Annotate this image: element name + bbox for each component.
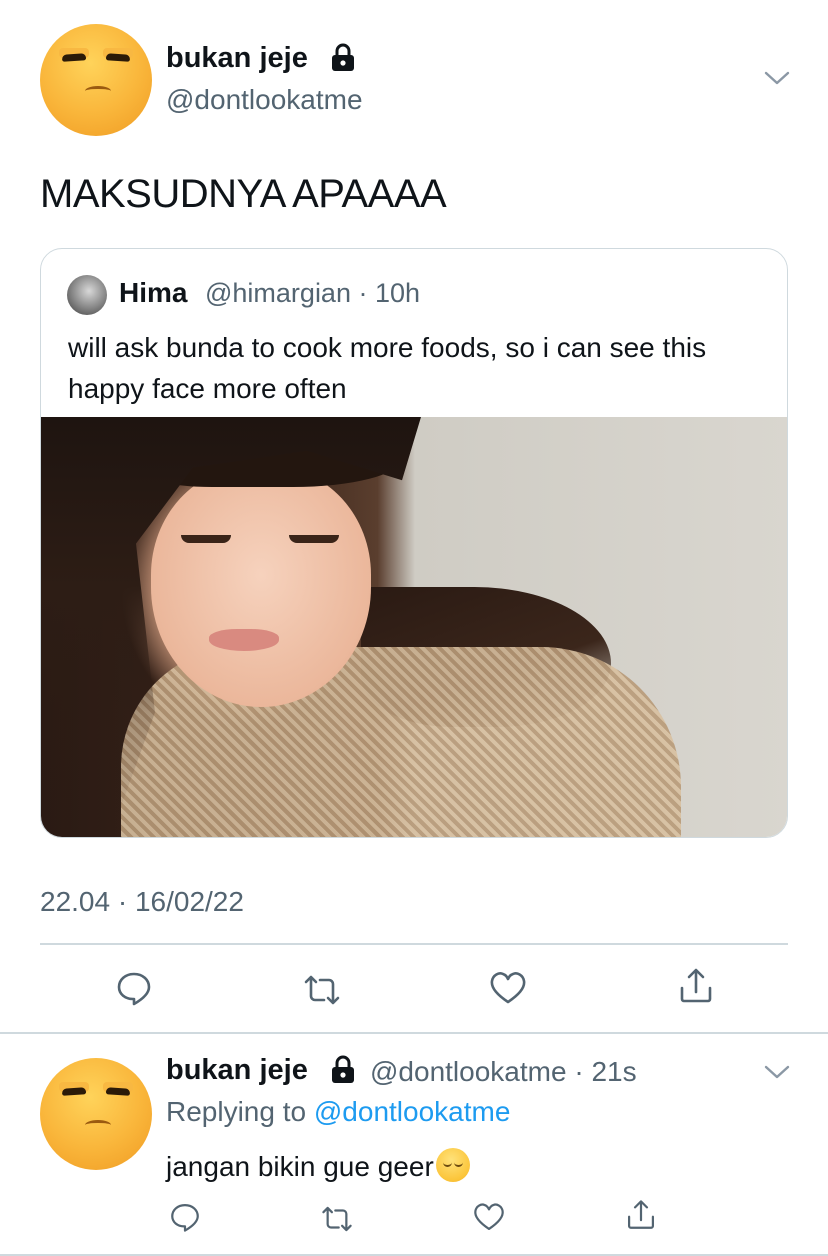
lock-icon bbox=[332, 43, 354, 71]
reply-author-name[interactable]: bukan jeje bbox=[166, 1054, 308, 1087]
replying-to-handle-link[interactable]: @dontlookatme bbox=[314, 1096, 511, 1127]
quoted-author-handle: @himargian bbox=[205, 278, 351, 308]
author-handle[interactable]: @dontlookatme bbox=[166, 84, 363, 116]
meta-separator: · bbox=[566, 1056, 592, 1087]
like-button[interactable] bbox=[488, 968, 528, 1008]
retweet-icon bbox=[304, 975, 340, 1005]
share-button[interactable] bbox=[624, 1198, 658, 1232]
divider bbox=[40, 943, 788, 945]
divider bbox=[0, 1032, 828, 1034]
author-avatar[interactable] bbox=[40, 24, 152, 136]
quoted-tweet-text: will ask bunda to cook more foods, so i … bbox=[68, 332, 707, 404]
replying-to-line: Replying to @dontlookatme bbox=[166, 1096, 510, 1128]
heart-icon bbox=[474, 1203, 504, 1231]
quoted-author-meta: @himargian · 10h bbox=[205, 278, 420, 309]
replying-to-label: Replying to bbox=[166, 1096, 307, 1127]
divider bbox=[0, 1254, 828, 1256]
quoted-time-ago: 10h bbox=[374, 278, 421, 308]
share-button[interactable] bbox=[676, 966, 716, 1006]
reply-time-ago: 21s bbox=[591, 1056, 637, 1087]
share-icon bbox=[680, 968, 712, 1003]
share-icon bbox=[627, 1200, 655, 1229]
retweet-icon bbox=[322, 1206, 352, 1232]
reply-author-meta: @dontlookatme · 21s bbox=[370, 1056, 637, 1088]
tweet-timestamp[interactable]: 22.04 · 16/02/22 bbox=[40, 886, 244, 918]
retweet-button[interactable] bbox=[320, 1202, 354, 1236]
reply-author-handle[interactable]: @dontlookatme bbox=[370, 1056, 567, 1087]
retweet-button[interactable] bbox=[302, 970, 342, 1010]
reply-tweet-text: jangan bikin gue geer bbox=[166, 1151, 434, 1182]
quoted-author-name: Hima bbox=[119, 277, 188, 308]
pensive-face-icon bbox=[435, 1148, 470, 1182]
reply-button[interactable] bbox=[168, 1200, 202, 1234]
chevron-down-icon[interactable] bbox=[764, 70, 790, 86]
quoted-tweet-card[interactable]: Hima @himargian · 10h will ask bunda to … bbox=[40, 248, 788, 838]
lock-icon bbox=[332, 1055, 354, 1083]
tweet-text: MAKSUDNYA APAAAA bbox=[40, 172, 447, 216]
tweet-detail-screen: bukan jeje @dontlookatme MAKSUDNYA APAAA… bbox=[0, 0, 828, 1256]
reply-button[interactable] bbox=[114, 968, 154, 1008]
reply-icon bbox=[171, 1203, 199, 1232]
author-name[interactable]: bukan jeje bbox=[166, 42, 308, 75]
reply-author-avatar[interactable] bbox=[40, 1058, 152, 1170]
quoted-tweet-photo[interactable] bbox=[41, 417, 787, 837]
chevron-down-icon[interactable] bbox=[764, 1064, 790, 1080]
heart-icon bbox=[490, 972, 526, 1004]
quoted-author-avatar[interactable] bbox=[67, 275, 107, 315]
reply-icon bbox=[117, 972, 151, 1006]
meta-separator: · bbox=[350, 278, 375, 308]
reply-tweet-text-line: jangan bikin gue geer bbox=[166, 1148, 470, 1183]
like-button[interactable] bbox=[472, 1200, 506, 1234]
